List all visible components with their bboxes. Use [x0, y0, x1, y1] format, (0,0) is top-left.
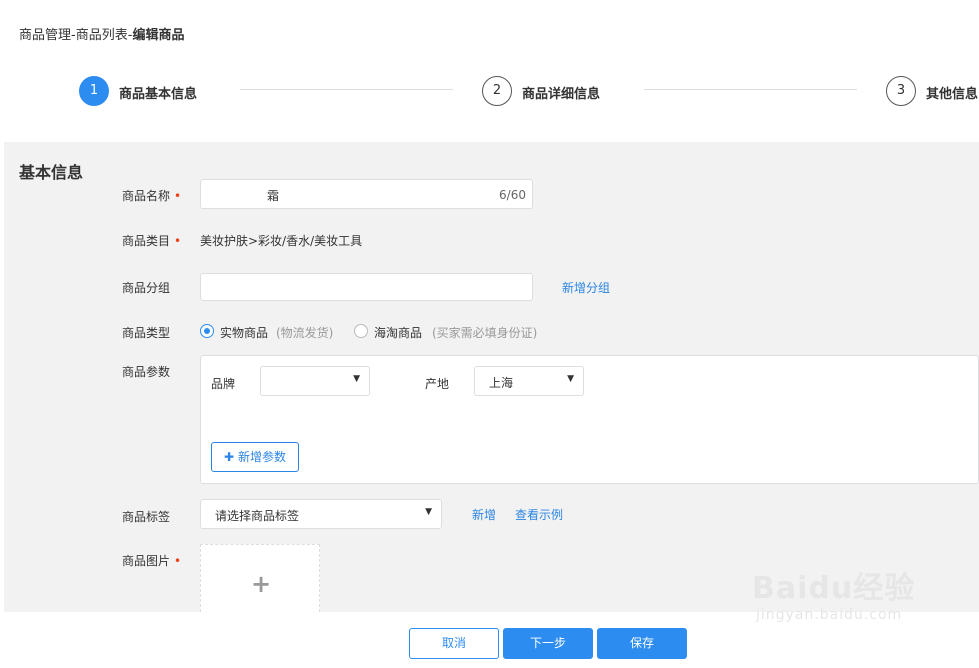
- plus-icon: ✚: [224, 450, 235, 464]
- caret-down-icon: ▼: [425, 507, 432, 517]
- breadcrumb: 商品管理-商品列表-编辑商品: [19, 24, 184, 43]
- group-input[interactable]: [200, 273, 533, 301]
- radio-unchecked-icon: [354, 324, 368, 338]
- breadcrumb-item-product-list[interactable]: 商品列表: [76, 28, 128, 43]
- radio-checked-icon: [200, 324, 214, 338]
- step-2-title: 商品详细信息: [522, 87, 601, 102]
- breadcrumb-current: 编辑商品: [132, 28, 185, 43]
- required-marker: •: [174, 554, 182, 568]
- step-1-number: 1: [79, 76, 109, 106]
- radio-physical-label: 实物商品: [220, 326, 269, 340]
- step-2-number: 2: [482, 76, 512, 106]
- plus-icon: +: [251, 570, 272, 598]
- section-title: 基本信息: [19, 163, 84, 182]
- step-3-title: 其他信息: [926, 87, 979, 102]
- watermark-logo-text: Baidu经验: [752, 571, 916, 606]
- params-box: 品牌 ▼ 产地 上海 ▼ ✚ 新增参数: [200, 355, 979, 484]
- radio-physical-hint: (物流发货): [276, 326, 334, 340]
- tags-select-placeholder: 请选择商品标签: [215, 509, 300, 523]
- group-label: 商品分组: [122, 281, 171, 295]
- add-tag-link[interactable]: 新增: [472, 506, 496, 523]
- origin-label: 产地: [425, 377, 450, 391]
- char-count: 6/60: [499, 188, 526, 202]
- caret-down-icon: ▼: [353, 374, 360, 384]
- radio-physical[interactable]: 实物商品 (物流发货): [200, 324, 360, 340]
- baidu-watermark: Baidu经验 jingyan.baidu.com: [752, 563, 915, 623]
- next-step-button[interactable]: 下一步: [503, 628, 593, 659]
- type-label: 商品类型: [122, 326, 171, 340]
- product-name-value: 霜: [267, 189, 280, 203]
- radio-overseas[interactable]: 海淘商品 (买家需必填身份证): [354, 324, 554, 340]
- radio-overseas-label: 海淘商品: [374, 326, 423, 340]
- product-name-input[interactable]: 霜 6/60: [200, 179, 533, 209]
- basic-info-panel: 基本信息 商品名称 • 霜 6/60 商品类目 • 美妆护肤>彩妆/香水/美妆工具 …: [4, 142, 979, 612]
- steps: 1 商品基本信息 2 商品详细信息 3 其他信息: [0, 76, 979, 108]
- images-label: 商品图片 •: [122, 554, 182, 568]
- tags-label: 商品标签: [122, 510, 171, 524]
- origin-select[interactable]: 上海 ▼: [474, 366, 584, 396]
- image-upload-area[interactable]: +: [200, 544, 320, 612]
- tags-select[interactable]: 请选择商品标签 ▼: [200, 499, 442, 529]
- cancel-button[interactable]: 取消: [409, 628, 499, 659]
- brand-label: 品牌: [211, 377, 236, 391]
- product-name-label: 商品名称 •: [122, 189, 182, 203]
- required-marker: •: [174, 234, 182, 248]
- caret-down-icon: ▼: [567, 374, 574, 384]
- watermark-url: jingyan.baidu.com: [756, 607, 903, 623]
- step-divider: [644, 89, 857, 90]
- category-value: 美妆护肤>彩妆/香水/美妆工具: [200, 234, 363, 248]
- view-example-link[interactable]: 查看示例: [515, 506, 563, 523]
- step-divider: [240, 89, 453, 90]
- add-group-link[interactable]: 新增分组: [562, 279, 610, 296]
- brand-select[interactable]: ▼: [260, 366, 370, 396]
- add-param-label: 新增参数: [237, 450, 286, 464]
- step-3-number: 3: [886, 76, 916, 106]
- radio-overseas-hint: (买家需必填身份证): [432, 326, 538, 340]
- breadcrumb-item-product-management[interactable]: 商品管理: [19, 28, 71, 43]
- save-button[interactable]: 保存: [597, 628, 687, 659]
- step-1-title: 商品基本信息: [119, 87, 198, 102]
- required-marker: •: [174, 189, 182, 203]
- category-label: 商品类目 •: [122, 234, 182, 248]
- origin-select-value: 上海: [489, 376, 514, 390]
- params-label: 商品参数: [122, 365, 171, 379]
- add-param-button[interactable]: ✚ 新增参数: [211, 442, 299, 472]
